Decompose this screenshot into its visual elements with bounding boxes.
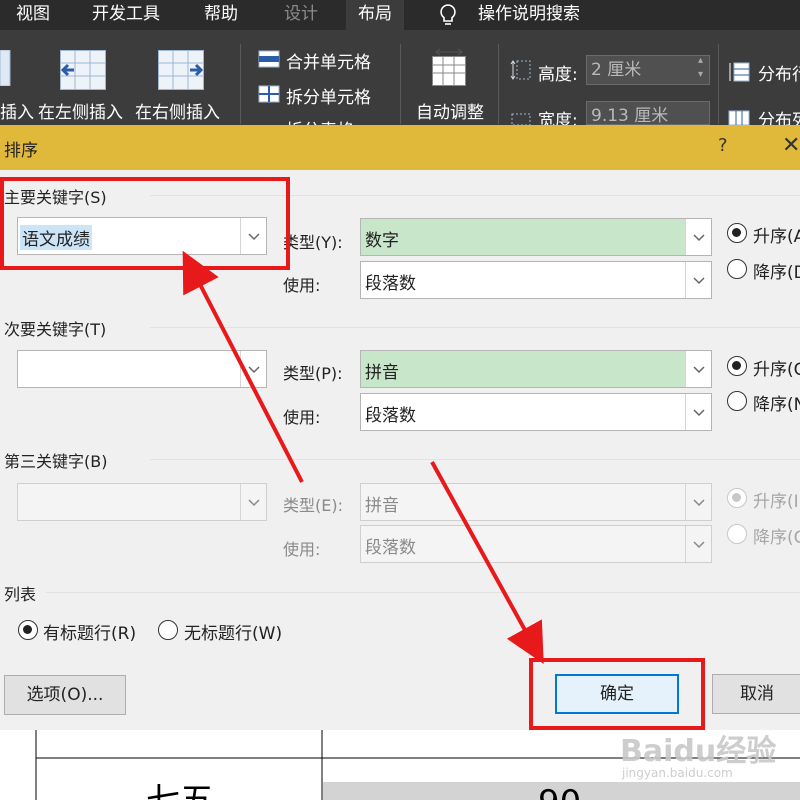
no-header-label[interactable]: 无标题行(W)	[184, 619, 282, 644]
tab-layout[interactable]: 布局	[346, 0, 404, 30]
no-header-radio[interactable]	[158, 620, 178, 640]
list-group-label: 列表	[4, 585, 37, 604]
chevron-down-icon	[685, 484, 711, 520]
primary-descending-radio[interactable]	[727, 259, 747, 279]
third-using-select: 段落数	[360, 525, 712, 563]
third-type-select: 拼音	[360, 483, 712, 521]
secondary-key-label: 次要关键字(T)	[4, 320, 107, 339]
baidu-watermark-url: jingyan.baidu.com	[622, 766, 733, 780]
dialog-title: 排序	[4, 141, 38, 161]
close-icon[interactable]: ✕	[782, 133, 800, 158]
chevron-down-icon[interactable]	[240, 351, 266, 387]
options-button[interactable]: 选项(O)...	[4, 675, 126, 715]
row-height-input[interactable]: 2 厘米 ▴ ▾	[586, 55, 710, 85]
secondary-descending-label[interactable]: 降序(N)	[753, 390, 800, 415]
lightbulb-icon	[436, 3, 460, 31]
tab-design[interactable]: 设计	[284, 0, 318, 30]
insert-right-button[interactable]: 在右侧插入	[135, 98, 220, 123]
secondary-descending-radio[interactable]	[727, 391, 747, 411]
ribbon-body: 插入 在左侧插入 在右侧插入 合并单元格 拆分单元格 拆分表格 自动调整 高度:…	[0, 30, 800, 136]
third-type-label: 类型(E):	[283, 496, 343, 515]
third-key-select	[17, 483, 267, 521]
insert-right-icon[interactable]	[158, 50, 204, 94]
chevron-down-icon[interactable]	[685, 262, 711, 298]
primary-using-select[interactable]: 段落数	[360, 261, 712, 299]
primary-using-value: 段落数	[365, 274, 416, 294]
secondary-ascending-label[interactable]: 升序(C)	[753, 355, 800, 380]
secondary-using-value: 段落数	[365, 406, 416, 426]
secondary-key-select[interactable]	[17, 350, 267, 388]
chevron-down-icon	[685, 526, 711, 562]
has-header-label[interactable]: 有标题行(R)	[43, 619, 136, 644]
third-descending-label: 降序(G)	[753, 528, 800, 548]
cancel-button[interactable]: 取消	[712, 674, 800, 714]
primary-type-select[interactable]: 数字	[360, 218, 712, 256]
split-cells-button[interactable]: 拆分单元格	[286, 83, 371, 108]
ribbon-separator	[718, 44, 719, 124]
tell-me-search[interactable]: 操作说明搜索	[478, 0, 580, 30]
primary-descending-label[interactable]: 降序(D)	[753, 258, 800, 283]
has-header-radio[interactable]	[18, 620, 38, 640]
chevron-down-icon[interactable]	[685, 394, 711, 430]
insert-left-button[interactable]: 在左侧插入	[38, 98, 123, 123]
ribbon-tab-bar: 视图 开发工具 帮助 设计 布局 操作说明搜索	[0, 0, 800, 30]
autofit-icon[interactable]	[432, 48, 466, 90]
insert-below-icon	[0, 49, 12, 90]
third-key-label: 第三关键字(B)	[4, 452, 108, 471]
secondary-type-select[interactable]: 拼音	[360, 350, 712, 388]
spinner-icon[interactable]: ▴ ▾	[698, 54, 703, 82]
distribute-columns-button[interactable]: 分布列	[758, 106, 800, 125]
secondary-type-value: 拼音	[365, 363, 399, 383]
secondary-using-label: 使用:	[283, 408, 321, 427]
row-height-icon	[510, 59, 532, 85]
third-ascending-radio	[727, 488, 747, 508]
group-divider	[150, 327, 800, 328]
help-button[interactable]: ?	[718, 135, 728, 156]
primary-using-label: 使用:	[283, 276, 321, 295]
merge-cells-button[interactable]: 合并单元格	[286, 48, 371, 73]
row-height-value: 2 厘米	[591, 60, 642, 80]
group-divider	[46, 592, 800, 593]
chevron-down-icon[interactable]	[685, 351, 711, 387]
secondary-type-label: 类型(P):	[283, 364, 343, 383]
distribute-rows-icon	[728, 62, 750, 86]
distribute-rows-button[interactable]: 分布行	[758, 60, 800, 85]
chevron-down-icon[interactable]	[685, 219, 711, 255]
split-cells-icon	[258, 85, 280, 107]
dialog-titlebar[interactable]: 排序 ? ✕	[0, 125, 800, 170]
baidu-watermark: Baidu经验	[620, 734, 777, 769]
split-table-button[interactable]: 拆分表格	[286, 116, 354, 125]
table-cell-value: 90	[538, 786, 581, 800]
tab-help[interactable]: 帮助	[204, 0, 238, 30]
highlight-box-primary-key	[0, 177, 290, 270]
third-ascending-label: 升序(I)	[753, 492, 800, 512]
autofit-button[interactable]: 自动调整	[416, 98, 484, 123]
secondary-ascending-radio[interactable]	[727, 356, 747, 376]
primary-ascending-label[interactable]: 升序(A)	[753, 222, 800, 247]
third-descending-radio	[727, 524, 747, 544]
primary-type-label: 类型(Y):	[283, 233, 343, 252]
third-using-value: 段落数	[365, 538, 416, 558]
row-height-label: 高度:	[538, 65, 578, 85]
primary-ascending-radio[interactable]	[727, 223, 747, 243]
ribbon-separator	[400, 44, 401, 124]
third-using-label: 使用:	[283, 540, 321, 559]
tab-developer[interactable]: 开发工具	[92, 0, 160, 30]
ribbon-separator	[498, 44, 499, 124]
ribbon-separator	[240, 44, 241, 124]
tab-view[interactable]: 视图	[16, 0, 50, 30]
column-width-input[interactable]: 9.13 厘米	[586, 101, 710, 125]
insert-left-icon[interactable]	[60, 50, 106, 94]
group-divider	[150, 459, 800, 460]
column-width-value: 9.13 厘米	[591, 106, 669, 125]
insert-below-button[interactable]: 插入	[0, 98, 34, 123]
chevron-down-icon	[240, 484, 266, 520]
merge-cells-icon	[258, 50, 280, 72]
table-cell-text: 七五	[146, 784, 214, 800]
third-type-value: 拼音	[365, 496, 399, 516]
secondary-using-select[interactable]: 段落数	[360, 393, 712, 431]
highlight-box-ok-button	[529, 658, 705, 730]
primary-type-value: 数字	[365, 231, 399, 251]
